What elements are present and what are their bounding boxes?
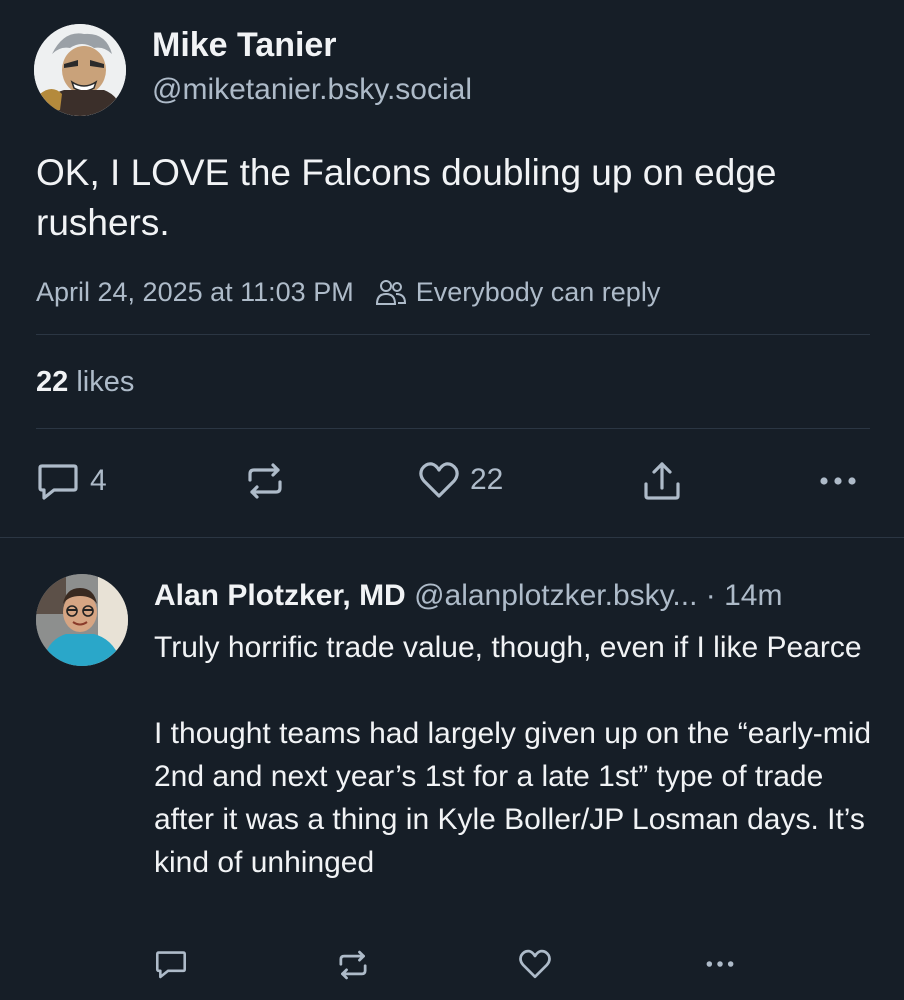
reply-icon [155,951,187,979]
post-timestamp: April 24, 2025 at 11:03 PM [36,277,354,307]
likes-label: likes [76,366,135,398]
reply-count: 4 [90,464,107,497]
reply-time: · 14m [705,579,783,612]
more-icon [820,477,856,485]
share-button[interactable] [642,460,682,502]
repost-button[interactable] [336,948,370,982]
reply-setting: Everybody can reply [375,272,661,312]
likes-count: 22 [36,366,69,398]
author-block: Mike Tanier @miketanier.bsky.social [152,25,472,109]
reply-author-name[interactable]: Alan Plotzker, MD [154,579,406,612]
avatar[interactable] [34,24,126,116]
like-count: 22 [470,463,504,496]
avatar[interactable] [36,574,128,666]
author-name[interactable]: Mike Tanier [152,25,472,65]
repost-icon [339,950,367,980]
likes-summary[interactable]: 22 likes [36,362,134,402]
heart-icon [519,949,551,979]
reply-paragraph: I thought teams had largely given up on … [154,717,872,879]
reply-icon [38,464,78,500]
reply-button[interactable]: 4 [36,460,107,502]
post-meta: April 24, 2025 at 11:03 PM Everybody can… [36,272,660,312]
post-text: OK, I LOVE the Falcons doubling up on ed… [36,152,777,243]
reply-action-bar [0,948,904,988]
people-icon [375,280,406,305]
like-button[interactable]: 22 [418,460,503,500]
more-button[interactable] [818,460,858,502]
thread-divider [0,537,904,538]
reply-button[interactable] [154,948,188,980]
divider [36,428,870,429]
reply-header: Alan Plotzker, MD @alanplotzker.bsky... … [154,576,782,616]
more-icon [706,961,734,967]
post-header: Mike Tanier @miketanier.bsky.social [34,24,472,116]
divider [36,334,870,335]
more-button[interactable] [702,948,738,980]
author-handle[interactable]: @miketanier.bsky.social [152,71,472,109]
post-action-bar: 4 22 [0,460,904,506]
heart-icon [419,462,459,498]
repost-button[interactable] [244,460,286,502]
like-button[interactable] [518,948,552,980]
reply-text: Truly horrific trade value, though, even… [154,626,874,884]
repost-icon [248,463,282,499]
share-icon [644,462,680,500]
reply-setting-label: Everybody can reply [415,277,661,307]
reply-paragraph: Truly horrific trade value, though, even… [154,631,862,664]
reply-author-handle[interactable]: @alanplotzker.bsky... [414,579,697,612]
